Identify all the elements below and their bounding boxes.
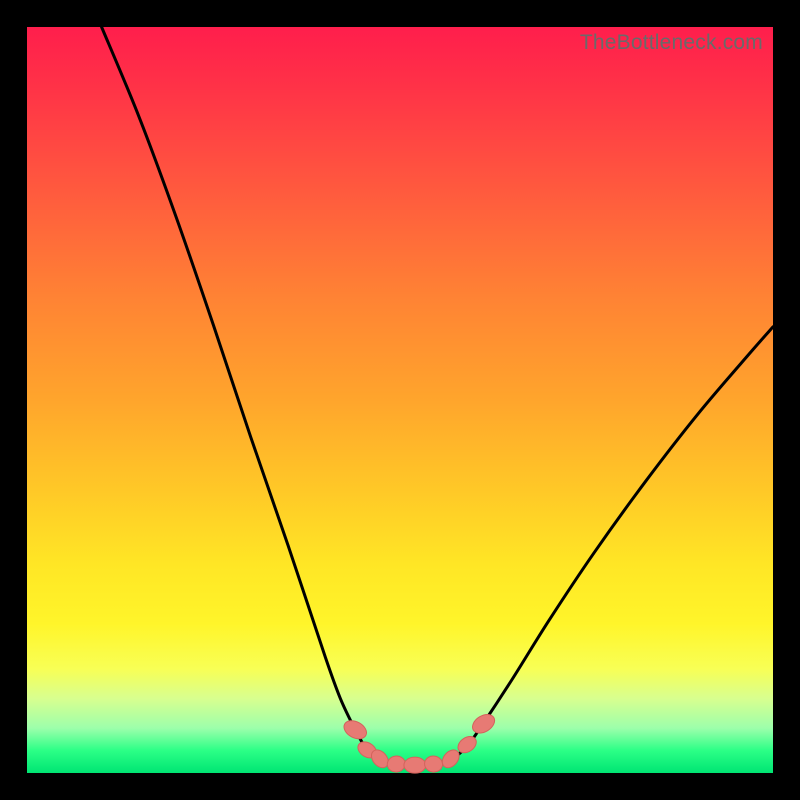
curve-marker bbox=[341, 717, 370, 742]
curve-marker bbox=[424, 755, 444, 773]
curve-markers bbox=[341, 711, 498, 774]
curve-marker bbox=[386, 755, 406, 773]
chart-svg bbox=[27, 27, 773, 773]
curve-marker bbox=[404, 757, 426, 773]
outer-frame: TheBottleneck.com bbox=[0, 0, 800, 800]
curve-marker bbox=[469, 711, 498, 737]
plot-area: TheBottleneck.com bbox=[27, 27, 773, 773]
curve-left-branch bbox=[102, 27, 378, 761]
curve-right-branch bbox=[452, 327, 773, 760]
